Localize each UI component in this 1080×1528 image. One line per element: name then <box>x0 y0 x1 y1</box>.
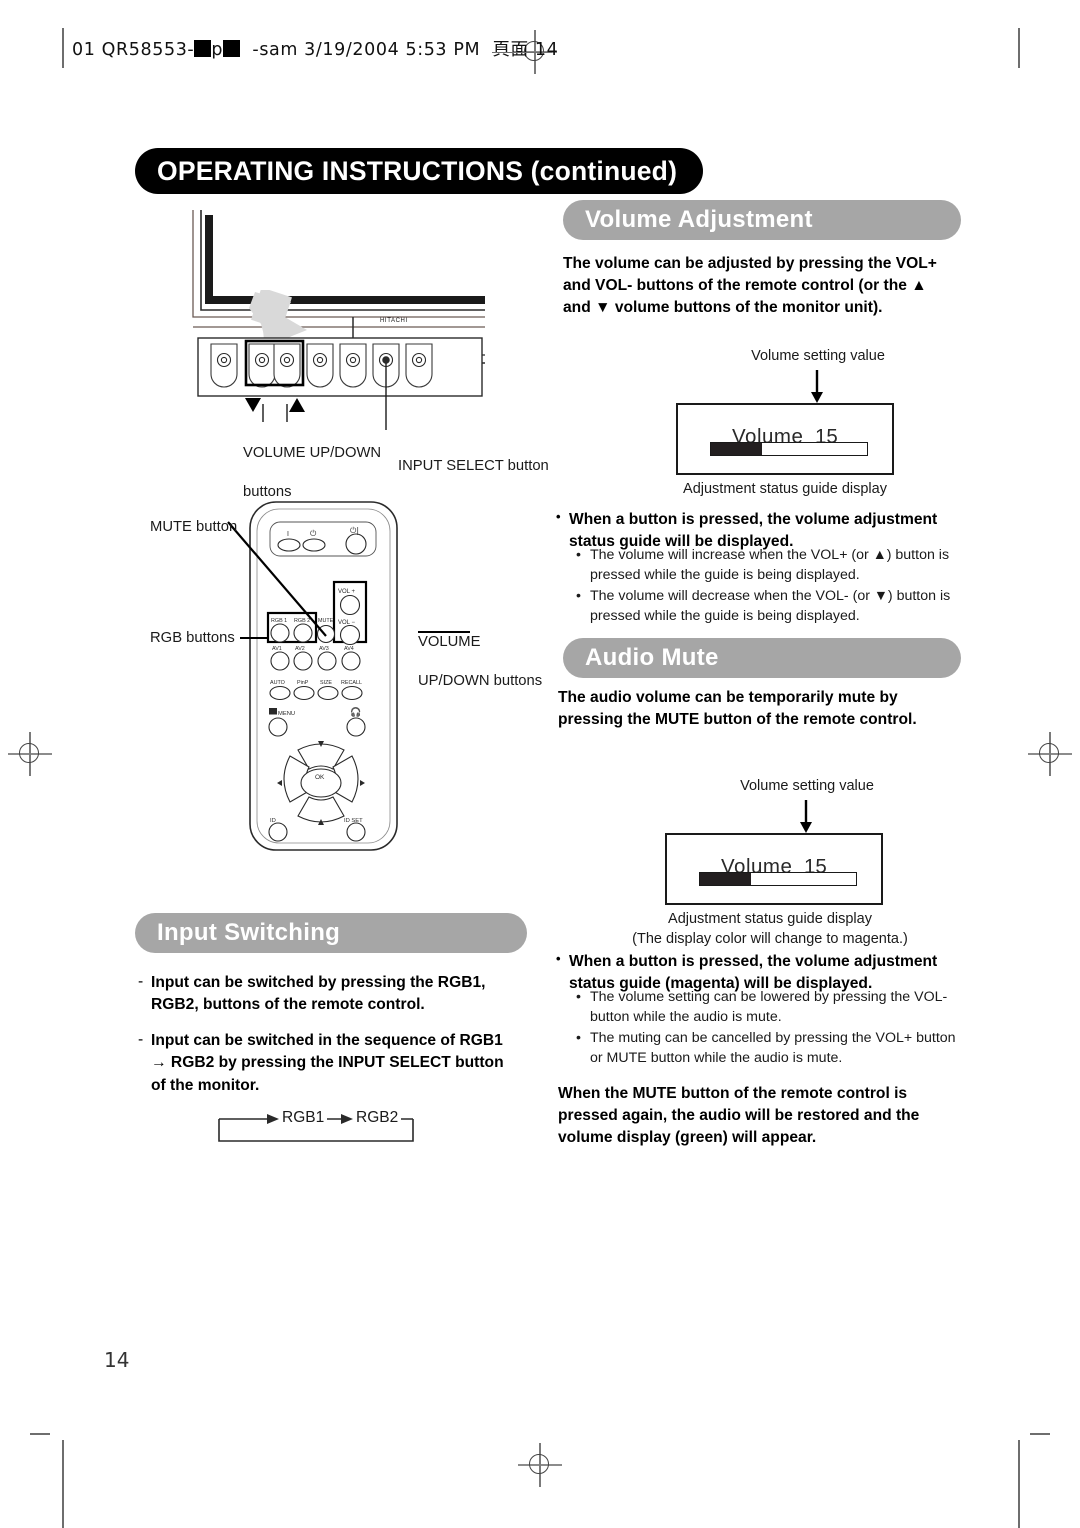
volume-adjustment-intro: The volume can be adjusted by pressing t… <box>563 255 937 317</box>
label-volume-updown-line1: VOLUME UP/DOWN <box>243 444 382 461</box>
input-switching-items: Input can be switched by pressing the RG… <box>136 971 518 1097</box>
page-title: OPERATING INSTRUCTIONS (continued) <box>135 148 704 194</box>
mute-closing-paragraph: When the MUTE button of the remote contr… <box>558 1085 920 1147</box>
slug-page-marker: 頁面 14 <box>492 40 559 60</box>
crop-mark-bottom-left-v <box>62 1440 64 1528</box>
osd-volume-bar <box>710 442 868 456</box>
label-mute-button: MUTE button <box>150 519 238 535</box>
mute-osd-caption-line2: (The display color will change to magent… <box>632 930 908 947</box>
audio-mute-intro: The audio volume can be temporarily mute… <box>558 689 917 729</box>
label-rgb-buttons: RGB buttons <box>150 630 235 646</box>
volume-sub-note-2: The volume will decrease when the VOL- (… <box>576 586 968 626</box>
print-slug-line: 01 QR58553- p -sam 3/19/2004 5:53 PM 頁面 1… <box>72 36 558 61</box>
osd-caption-volume-setting-value: Volume setting value <box>751 348 885 364</box>
crop-mark-top-left-v <box>62 28 64 68</box>
crop-mark-bottom-left-h <box>30 1433 50 1435</box>
svg-text:RECALL: RECALL <box>341 680 362 686</box>
osd-caption-adjustment-status: Adjustment status guide display <box>683 481 887 497</box>
slug-block-icon <box>194 40 212 57</box>
monitor-button-panel <box>197 337 483 430</box>
volume-osd-figure: Volume setting value Volume 15 Adjustmen… <box>668 348 958 497</box>
osd-down-arrow-icon <box>811 370 823 403</box>
section-heading-input-switching: Input Switching <box>135 913 527 953</box>
page-canvas: 01 QR58553- p -sam 3/19/2004 5:53 PM 頁面 1… <box>0 0 1080 1528</box>
section-heading-audio-mute: Audio Mute <box>563 638 961 678</box>
slug-block-icon-2 <box>223 40 241 57</box>
label-remote-volume-line1: VOLUME <box>418 633 481 650</box>
flow-node-rgb2: RGB2 <box>353 1109 402 1127</box>
label-input-select-button: INPUT SELECT button <box>398 458 549 474</box>
section-heading-volume-adjustment: Volume Adjustment <box>563 200 961 240</box>
slug-job-id: 01 QR58553- <box>72 40 195 60</box>
mute-sub-note-1: The volume setting can be lowered by pre… <box>576 987 972 1027</box>
osd-display-box: Volume 15 <box>676 403 894 475</box>
volume-sub-note-1: The volume will increase when the VOL+ (… <box>576 545 968 585</box>
mute-osd-display-box: Volume 15 <box>665 833 883 905</box>
mute-osd-caption-adjustment-status: Adjustment status guide display (The dis… <box>615 910 925 949</box>
slug-datetime: -sam 3/19/2004 5:53 PM <box>252 40 481 60</box>
mute-osd-figure: Volume setting value Volume 15 Adjustmen… <box>632 778 947 947</box>
svg-text:OK: OK <box>315 774 325 781</box>
svg-text:PinP: PinP <box>297 680 309 686</box>
input-switching-item-1: Input can be switched by pressing the RG… <box>136 971 518 1016</box>
svg-text:SIZE: SIZE <box>320 680 332 686</box>
volume-sub-notes: The volume will increase when the VOL+ (… <box>576 545 968 628</box>
slug-mid: p <box>211 40 224 60</box>
flow-node-rgb1: RGB1 <box>279 1109 328 1127</box>
registration-mark-right <box>1028 732 1072 776</box>
registration-mark-left <box>8 732 52 776</box>
label-remote-volume-buttons: VOLUME UP/DOWN buttons <box>418 613 542 691</box>
input-sequence-diagram: RGB1 RGB2 <box>213 1107 431 1145</box>
svg-text:🎧: 🎧 <box>350 706 361 718</box>
mute-osd-volume-bar-fill <box>700 873 752 885</box>
mute-sub-note-2: The muting can be cancelled by pressing … <box>576 1028 972 1068</box>
crop-mark-bottom-right-h <box>1030 1433 1050 1435</box>
mute-osd-down-arrow-icon <box>800 800 812 833</box>
registration-mark-bottom <box>518 1443 562 1487</box>
page-number: 14 <box>104 1348 130 1372</box>
svg-text:AUTO: AUTO <box>270 680 285 686</box>
slug-underline <box>492 52 532 54</box>
osd-volume-bar-fill <box>711 443 763 455</box>
label-remote-volume-line2: UP/DOWN buttons <box>418 672 543 689</box>
mute-osd-volume-bar <box>699 872 857 886</box>
crop-mark-top-right-v <box>1018 28 1020 68</box>
input-switching-item-2: Input can be switched in the sequence of… <box>136 1029 518 1096</box>
mute-osd-caption-line1: Adjustment status guide display <box>668 911 872 927</box>
crop-mark-bottom-right-v <box>1018 1440 1020 1528</box>
mute-sub-notes: The volume setting can be lowered by pre… <box>576 987 972 1070</box>
svg-text:MENU: MENU <box>278 711 295 717</box>
mute-osd-caption-volume-setting-value: Volume setting value <box>740 778 874 794</box>
svg-text:HITACHI: HITACHI <box>380 318 408 324</box>
